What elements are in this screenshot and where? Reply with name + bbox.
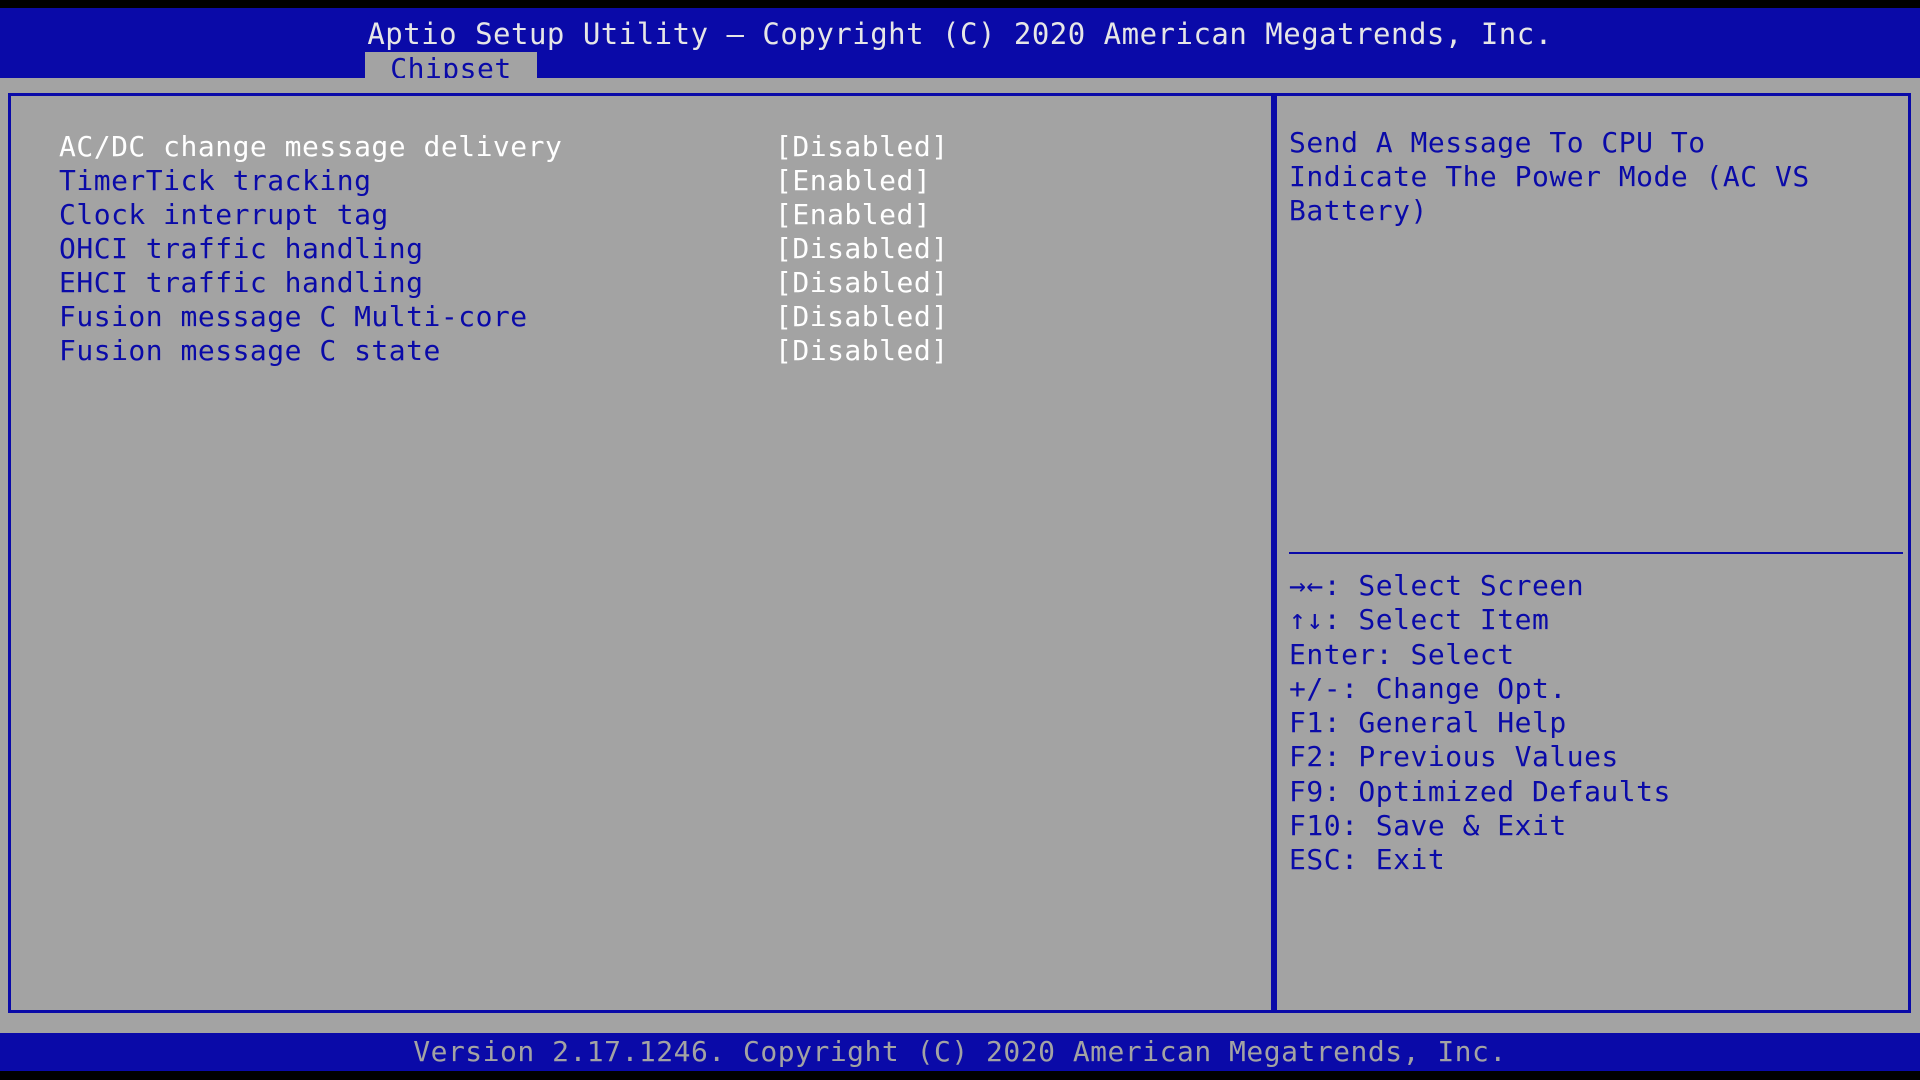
setting-row-ohci-traffic-handling[interactable]: OHCI traffic handling [Disabled]: [59, 232, 1239, 266]
setting-value[interactable]: [Disabled]: [775, 266, 949, 300]
key-change-opt: +/-: Change Opt.: [1289, 671, 1567, 705]
footer-bar: Version 2.17.1246. Copyright (C) 2020 Am…: [0, 1033, 1920, 1071]
setting-label: Fusion message C state: [59, 334, 441, 367]
setting-label: TimerTick tracking: [59, 164, 372, 197]
help-line: Indicate The Power Mode (AC VS: [1289, 160, 1810, 193]
setting-value[interactable]: [Enabled]: [775, 198, 931, 232]
key-optimized-defaults: F9: Optimized Defaults: [1289, 774, 1671, 808]
setting-value[interactable]: [Disabled]: [775, 300, 949, 334]
setting-row-timertick-tracking[interactable]: TimerTick tracking [Enabled]: [59, 164, 1239, 198]
help-line: Send A Message To CPU To: [1289, 126, 1706, 159]
key-legend: →←: Select Screen ↑↓: Select Item Enter:…: [1289, 569, 1889, 878]
title-bar: Aptio Setup Utility – Copyright (C) 2020…: [0, 8, 1920, 86]
setting-value[interactable]: [Disabled]: [775, 232, 949, 266]
setting-label: AC/DC change message delivery: [59, 130, 563, 163]
help-divider: [1289, 552, 1903, 554]
help-line: Battery): [1289, 194, 1428, 227]
key-enter-select: Enter: Select: [1289, 637, 1515, 671]
setting-label: Clock interrupt tag: [59, 198, 389, 231]
setting-row-ehci-traffic-handling[interactable]: EHCI traffic handling [Disabled]: [59, 266, 1239, 300]
key-save-exit: F10: Save & Exit: [1289, 809, 1567, 843]
help-panel: Send A Message To CPU To Indicate The Po…: [1274, 93, 1911, 1013]
setting-row-fusion-message-c-multi-core[interactable]: Fusion message C Multi-core [Disabled]: [59, 300, 1239, 334]
key-esc-exit: ESC: Exit: [1289, 843, 1446, 877]
setting-label: Fusion message C Multi-core: [59, 300, 528, 333]
setting-label: OHCI traffic handling: [59, 232, 424, 265]
help-description: Send A Message To CPU To Indicate The Po…: [1289, 126, 1889, 228]
key-select-screen: →←: Select Screen: [1289, 569, 1585, 602]
settings-panel: AC/DC change message delivery [Disabled]…: [8, 93, 1274, 1013]
setting-row-ac-dc-change-message-delivery[interactable]: AC/DC change message delivery [Disabled]: [59, 130, 1239, 164]
title-text: Aptio Setup Utility – Copyright (C) 2020…: [367, 17, 1553, 51]
setting-row-fusion-message-c-state[interactable]: Fusion message C state [Disabled]: [59, 334, 1239, 368]
setting-value[interactable]: [Disabled]: [775, 334, 949, 368]
setting-value[interactable]: [Enabled]: [775, 164, 931, 198]
bios-screen: Aptio Setup Utility – Copyright (C) 2020…: [0, 0, 1920, 1080]
key-general-help: F1: General Help: [1289, 706, 1567, 740]
key-previous-values: F2: Previous Values: [1289, 740, 1619, 774]
key-select-item: ↑↓: Select Item: [1289, 603, 1550, 637]
main-area: AC/DC change message delivery [Disabled]…: [0, 78, 1920, 1033]
setting-label: EHCI traffic handling: [59, 266, 424, 299]
version-text: Version 2.17.1246. Copyright (C) 2020 Am…: [413, 1035, 1507, 1068]
setting-value[interactable]: [Disabled]: [775, 130, 949, 164]
setting-row-clock-interrupt-tag[interactable]: Clock interrupt tag [Enabled]: [59, 198, 1239, 232]
